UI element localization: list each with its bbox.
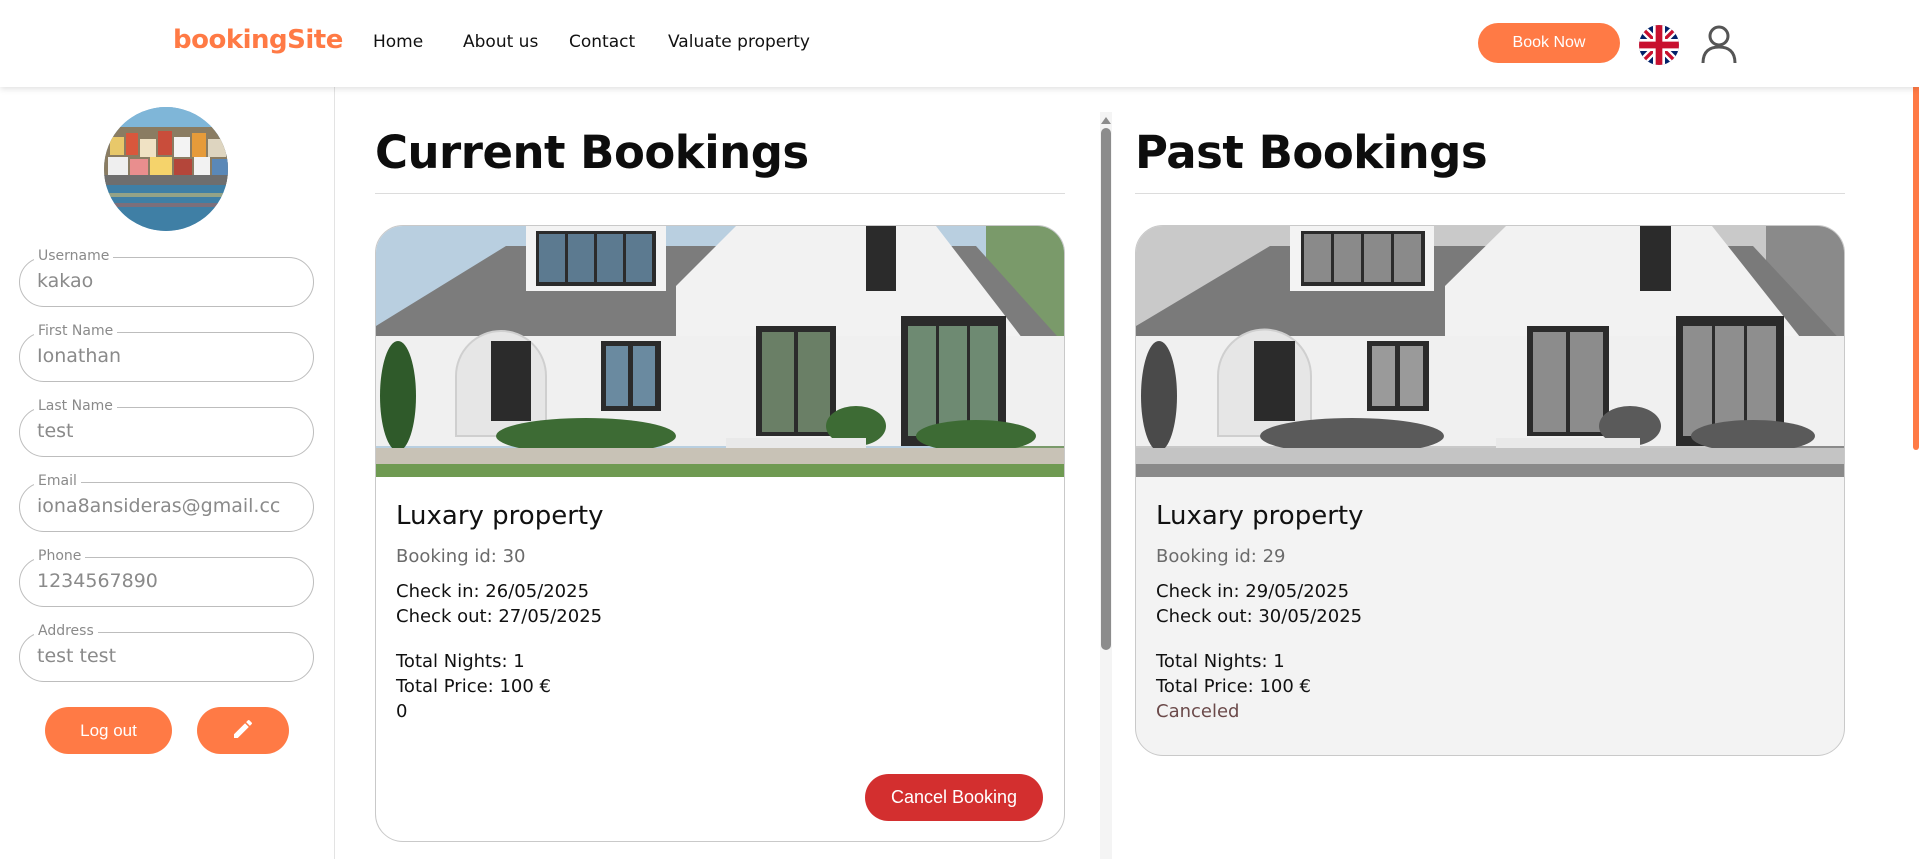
- first-name-label: First Name: [34, 323, 118, 339]
- past-total-price: Total Price: 100 €: [1156, 676, 1311, 697]
- first-name-value[interactable]: Ionathan: [37, 345, 305, 367]
- past-check-out-date: Check out: 30/05/2025: [1156, 606, 1363, 627]
- nav-home[interactable]: Home: [373, 32, 423, 52]
- username-label: Username: [34, 248, 114, 264]
- past-property-name: Luxary property: [1156, 501, 1364, 531]
- edit-profile-button[interactable]: [197, 707, 289, 754]
- booking-status: 0: [396, 701, 408, 722]
- total-price: Total Price: 100 €: [396, 676, 551, 697]
- avatar: [104, 107, 228, 231]
- booking-id: Booking id: 30: [396, 546, 526, 567]
- email-label: Email: [34, 473, 81, 489]
- email-value[interactable]: iona8ansideras@gmail.cc: [37, 495, 305, 517]
- last-name-value[interactable]: test: [37, 420, 305, 442]
- nav-contact[interactable]: Contact: [569, 32, 635, 52]
- phone-field[interactable]: Phone 1234567890: [19, 548, 314, 607]
- book-now-button[interactable]: Book Now: [1478, 23, 1620, 63]
- address-value[interactable]: test test: [37, 645, 305, 667]
- top-navbar: bookingSite Home About us Contact Valuat…: [0, 0, 1919, 87]
- first-name-field[interactable]: First Name Ionathan: [19, 323, 314, 382]
- brand-logo[interactable]: bookingSite: [173, 25, 343, 55]
- username-field[interactable]: Username kakao: [19, 248, 314, 307]
- current-bookings-title: Current Bookings: [375, 126, 809, 179]
- profile-sidebar: Username kakao First Name Ionathan Last …: [0, 87, 335, 859]
- total-nights: Total Nights: 1: [396, 651, 525, 672]
- current-bookings-divider: [375, 193, 1065, 194]
- past-bookings-divider: [1135, 193, 1845, 194]
- email-field[interactable]: Email iona8ansideras@gmail.cc: [19, 473, 314, 532]
- booking-card: Luxary property Booking id: 30 Check in:…: [375, 225, 1065, 842]
- past-total-nights: Total Nights: 1: [1156, 651, 1285, 672]
- past-bookings-title: Past Bookings: [1135, 126, 1488, 179]
- past-booking-status: Canceled: [1156, 701, 1240, 722]
- property-name: Luxary property: [396, 501, 604, 531]
- nav-about[interactable]: About us: [463, 32, 538, 52]
- nav-valuate-property[interactable]: Valuate property: [668, 32, 810, 52]
- pencil-icon: [231, 717, 255, 744]
- phone-label: Phone: [34, 548, 86, 564]
- cancel-booking-button[interactable]: Cancel Booking: [865, 774, 1043, 821]
- past-check-in-date: Check in: 29/05/2025: [1156, 581, 1350, 602]
- last-name-field[interactable]: Last Name test: [19, 398, 314, 457]
- last-name-label: Last Name: [34, 398, 117, 414]
- past-booking-card: Luxary property Booking id: 29 Check in:…: [1135, 225, 1845, 756]
- address-label: Address: [34, 623, 98, 639]
- check-out-date: Check out: 27/05/2025: [396, 606, 603, 627]
- past-booking-id: Booking id: 29: [1156, 546, 1286, 567]
- property-photo-grayscale: [1136, 226, 1844, 477]
- user-icon[interactable]: [1700, 24, 1738, 64]
- uk-flag-icon[interactable]: [1639, 25, 1679, 65]
- address-field[interactable]: Address test test: [19, 623, 314, 682]
- property-photo: [376, 226, 1064, 477]
- phone-value[interactable]: 1234567890: [37, 570, 305, 592]
- bookings-scrollbar-thumb[interactable]: [1101, 128, 1111, 650]
- check-in-date: Check in: 26/05/2025: [396, 581, 590, 602]
- username-value[interactable]: kakao: [37, 270, 305, 292]
- scroll-up-arrow-icon[interactable]: [1100, 112, 1112, 124]
- booking-page: bookingSite Home About us Contact Valuat…: [0, 0, 1919, 859]
- logout-button[interactable]: Log out: [45, 707, 172, 754]
